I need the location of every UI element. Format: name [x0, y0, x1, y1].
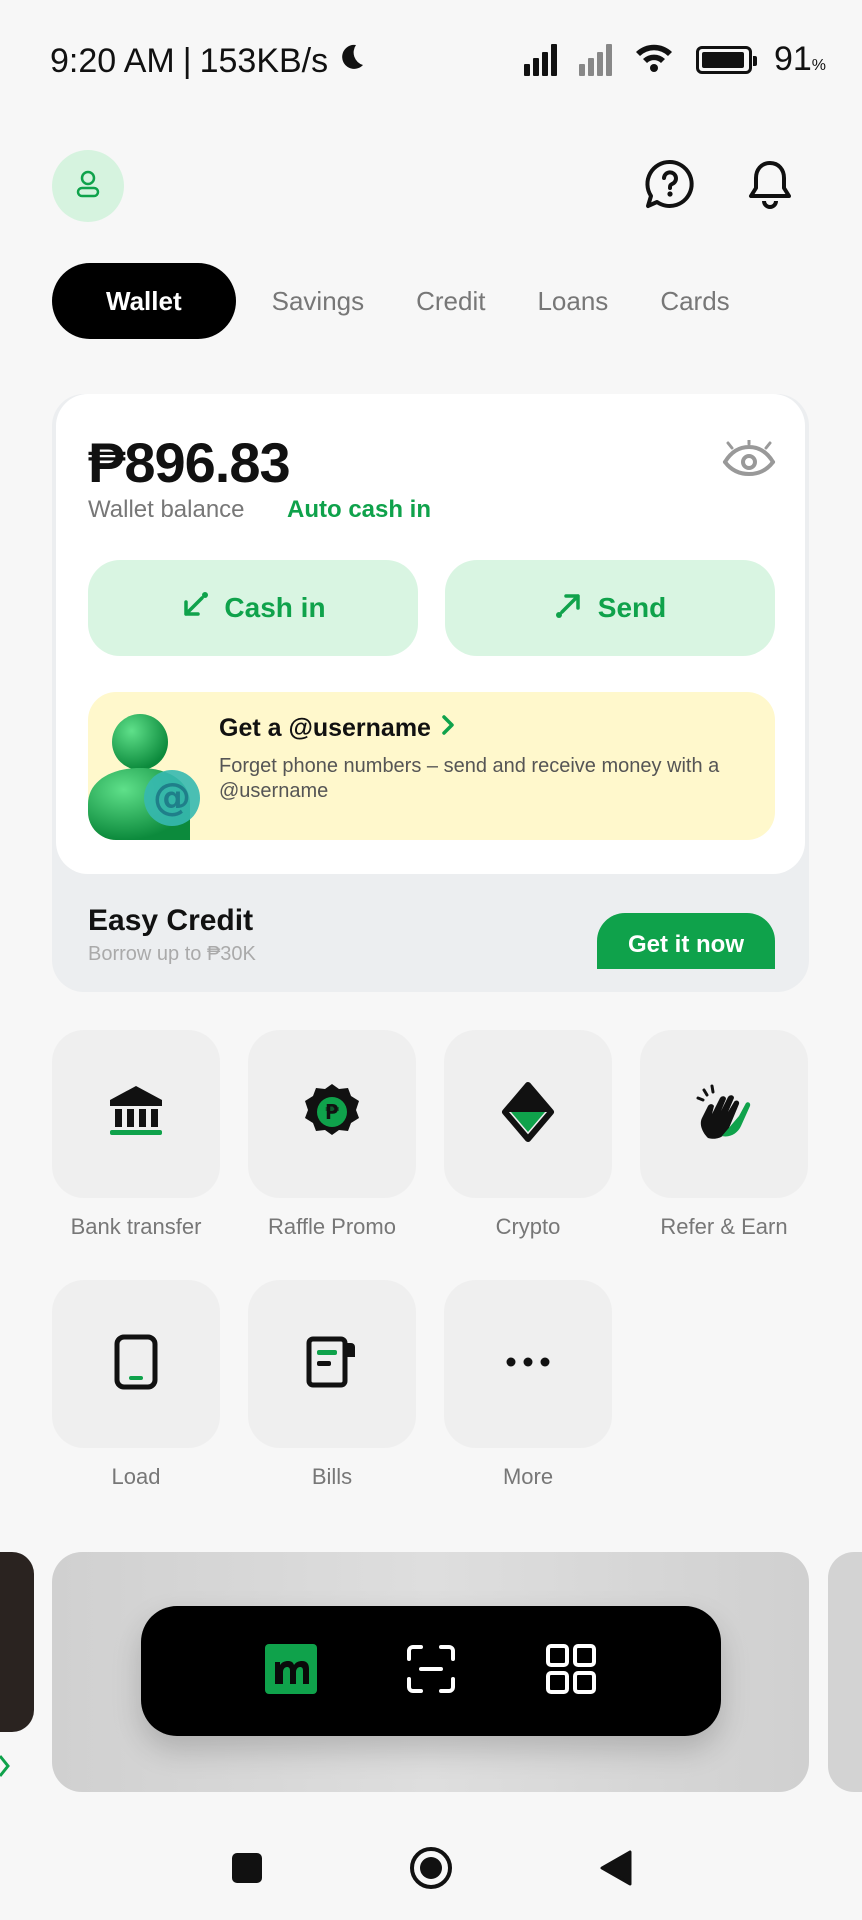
send-arrow-icon [554, 590, 584, 627]
nav-apps-button[interactable] [543, 1643, 599, 1699]
wallet-section: ₱896.83 Wallet balance Auto cash in Cash… [52, 394, 809, 992]
send-button[interactable]: Send [445, 560, 775, 656]
toggle-balance-visibility-button[interactable] [721, 434, 777, 490]
help-button[interactable] [640, 156, 700, 216]
send-label: Send [597, 592, 667, 623]
bills-icon [305, 1335, 359, 1394]
bank-transfer-label: Bank transfer [70, 1214, 202, 1239]
wallet-balance: ₱896.83 [88, 431, 291, 494]
back-button[interactable] [593, 1848, 637, 1892]
status-time: 9:20 AM [50, 42, 175, 80]
nav-home-button[interactable] [263, 1643, 319, 1699]
quick-action-bills[interactable]: Bills [248, 1280, 416, 1490]
home-circle-icon [409, 1846, 453, 1895]
back-triangle-icon [598, 1849, 632, 1892]
promo-title: Get a @username [219, 714, 457, 743]
raffle-badge-icon: ₱ [301, 1081, 363, 1148]
quick-action-load[interactable]: Load [52, 1280, 220, 1490]
more-dots-icon [505, 1355, 551, 1373]
tab-cards[interactable]: Cards [634, 263, 755, 339]
bell-icon [746, 158, 794, 215]
chevron-right-icon [441, 714, 457, 743]
bank-icon [106, 1082, 166, 1147]
crypto-tile [444, 1030, 612, 1198]
quick-action-refer-earn[interactable]: Refer & Earn [640, 1030, 808, 1240]
status-left: 9:20 AM | 153KB/s [50, 42, 366, 81]
username-promo-banner[interactable]: @ Get a @username Forget phone numbers –… [88, 692, 775, 840]
maya-logo-icon [265, 1643, 317, 1699]
carousel-next-banner[interactable] [828, 1552, 862, 1792]
tab-bar: Wallet Savings Credit Loans Cards [52, 263, 756, 339]
grid-apps-icon [545, 1643, 597, 1700]
wallet-card: ₱896.83 Wallet balance Auto cash in Cash… [56, 394, 805, 874]
quick-action-crypto[interactable]: Crypto [444, 1030, 612, 1240]
more-label: More [502, 1464, 554, 1489]
battery-text: 91% [773, 40, 826, 78]
nav-scan-button[interactable] [403, 1643, 459, 1699]
bills-tile [248, 1280, 416, 1448]
cash-in-label: Cash in [224, 592, 326, 623]
crypto-diamond-icon [501, 1081, 555, 1147]
refer-earn-label: Refer & Earn [660, 1214, 788, 1239]
status-separator: | [182, 42, 192, 80]
signal-2-icon [578, 43, 612, 76]
recents-button[interactable] [225, 1848, 269, 1892]
chevron-right-small-icon [0, 1752, 12, 1785]
raffle-promo-tile: ₱ [248, 1030, 416, 1198]
wallet-balance-label: Wallet balance [88, 496, 245, 523]
status-right: 91% [523, 40, 826, 79]
eye-icon [722, 438, 776, 485]
load-tile [52, 1280, 220, 1448]
scan-icon [405, 1643, 457, 1700]
square-icon [230, 1851, 264, 1890]
quick-action-bank-transfer[interactable]: Bank transfer [52, 1030, 220, 1240]
get-it-now-button[interactable]: Get it now [597, 913, 775, 969]
tab-wallet[interactable]: Wallet [52, 263, 236, 339]
username-user-icon: @ [88, 712, 206, 840]
quick-action-more[interactable]: More [444, 1280, 612, 1490]
cash-in-button[interactable]: Cash in [88, 560, 418, 656]
carousel-prev-banner[interactable] [0, 1552, 34, 1732]
bottom-nav-bar [141, 1606, 721, 1736]
tab-loans[interactable]: Loans [511, 263, 634, 339]
user-icon [72, 168, 104, 205]
load-label: Load [111, 1464, 161, 1489]
crypto-label: Crypto [495, 1214, 561, 1239]
cash-in-arrow-icon [180, 590, 210, 627]
status-bar: 9:20 AM | 153KB/s 91% [0, 0, 862, 120]
network-speed: 153KB/s [199, 42, 329, 80]
raffle-promo-label: Raffle Promo [268, 1214, 396, 1239]
tab-credit[interactable]: Credit [390, 263, 511, 339]
battery-icon [695, 45, 757, 74]
tab-savings[interactable]: Savings [246, 263, 391, 339]
bank-transfer-tile [52, 1030, 220, 1198]
refer-earn-tile [640, 1030, 808, 1198]
signal-1-icon [523, 43, 557, 76]
easy-credit-title: Easy Credit [88, 904, 254, 937]
bills-label: Bills [311, 1464, 353, 1489]
more-tile [444, 1280, 612, 1448]
home-button[interactable] [409, 1846, 453, 1895]
moon-icon [336, 42, 366, 81]
phone-load-icon [113, 1334, 159, 1395]
help-icon [644, 158, 696, 215]
wifi-icon [634, 42, 674, 77]
easy-credit-subtitle: Borrow up to ₱30K [88, 943, 256, 965]
system-nav-bar [0, 1820, 862, 1920]
svg-text:@: @ [153, 775, 191, 819]
promo-description: Forget phone numbers – send and receive … [219, 755, 720, 802]
auto-cash-in-link[interactable]: Auto cash in [287, 496, 431, 524]
quick-action-raffle-promo[interactable]: ₱ Raffle Promo [248, 1030, 416, 1240]
clapping-hands-icon [694, 1082, 754, 1147]
notifications-button[interactable] [740, 156, 800, 216]
svg-text:₱: ₱ [325, 1100, 339, 1124]
avatar-button[interactable] [52, 150, 124, 222]
